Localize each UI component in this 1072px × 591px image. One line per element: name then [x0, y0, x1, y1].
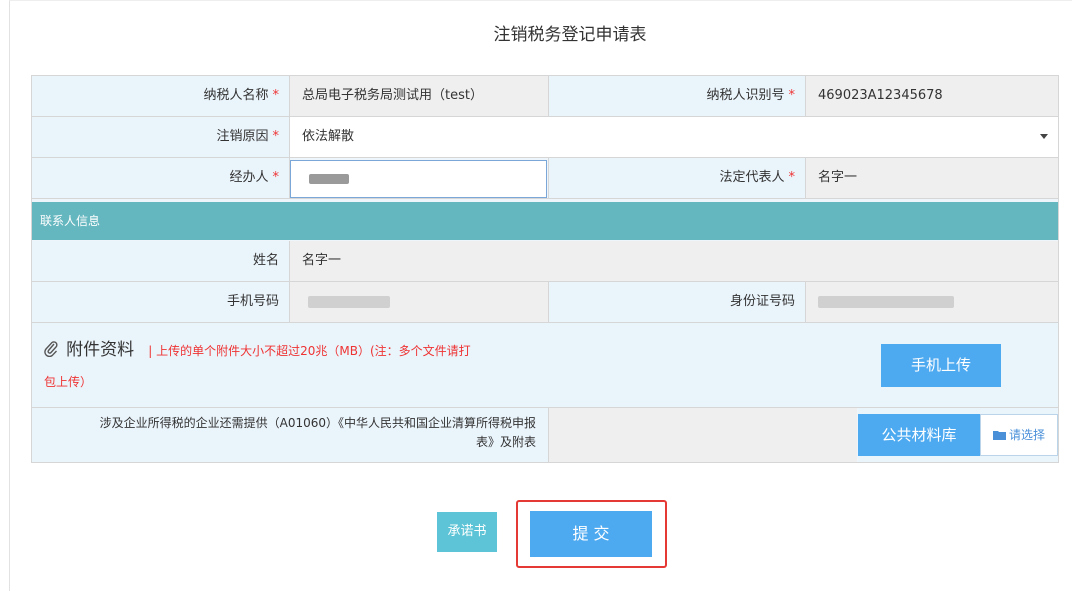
- id-number-value: [806, 282, 1058, 322]
- page-title: 注销税务登记申请表: [493, 25, 647, 45]
- extra-attachment-actions: 公共材料库 请选择: [858, 408, 1058, 462]
- handler-label: 经办人 *: [32, 158, 289, 198]
- attachment-title: 附件资料: [66, 340, 135, 360]
- promise-letter-button[interactable]: 承诺书: [437, 512, 497, 552]
- divider: [548, 158, 549, 198]
- divider: [32, 407, 1058, 408]
- divider: [805, 76, 806, 117]
- caret-down-icon: [1040, 134, 1048, 139]
- attachment-note-line2: 包上传）: [44, 375, 93, 389]
- divider: [548, 408, 549, 462]
- legal-rep-label: 法定代表人 *: [549, 158, 805, 198]
- cancel-reason-label-text: 注销原因: [216, 129, 269, 144]
- divider: [805, 282, 806, 322]
- contact-name-value: 名字一: [290, 241, 1058, 281]
- application-form: 纳税人名称 * 总局电子税务局测试用（test） 纳税人识别号 * 469023A1…: [31, 75, 1059, 463]
- taxpayer-name-label-text: 纳税人名称: [203, 88, 269, 103]
- cancel-reason-selected-value: 依法解散: [302, 129, 355, 144]
- required-mark: *: [272, 129, 280, 144]
- choose-file-label: 请选择: [1008, 428, 1045, 442]
- contact-section-header: 联系人信息: [32, 202, 1058, 240]
- folder-icon: [992, 431, 1006, 440]
- choose-file-button[interactable]: 请选择: [980, 414, 1058, 456]
- divider: [32, 322, 1058, 323]
- divider: [32, 281, 1058, 282]
- divider: [32, 116, 1058, 117]
- phone-value: [290, 282, 548, 322]
- cancel-reason-label: 注销原因 *: [32, 117, 289, 157]
- attachment-title-row: 附件资料 | 上传的单个附件大小不超过20兆（MB）(注：多个文件请打: [44, 335, 471, 360]
- id-number-label: 身份证号码: [549, 282, 805, 322]
- attachment-note-line1: | 上传的单个附件大小不超过20兆（MB）(注：多个文件请打: [148, 344, 471, 358]
- legal-rep-label-text: 法定代表人: [719, 170, 785, 185]
- taxpayer-id-label-text: 纳税人识别号: [706, 88, 785, 103]
- required-mark: *: [272, 170, 280, 185]
- divider: [289, 76, 290, 198]
- contact-name-label: 姓名: [32, 241, 289, 281]
- handler-input[interactable]: [290, 160, 547, 198]
- required-mark: *: [788, 170, 796, 185]
- submit-button[interactable]: 提 交: [530, 511, 652, 557]
- attachment-block: 附件资料 | 上传的单个附件大小不超过20兆（MB）(注：多个文件请打 包上传）…: [32, 323, 1058, 407]
- divider: [548, 76, 549, 117]
- phone-label: 手机号码: [32, 282, 289, 322]
- divider: [805, 158, 806, 198]
- paperclip-icon: [44, 341, 58, 357]
- redacted-value: [309, 174, 349, 184]
- divider: [32, 198, 1058, 199]
- public-library-button[interactable]: 公共材料库: [858, 414, 980, 456]
- extra-attachment-field: [549, 408, 857, 462]
- taxpayer-id-value: 469023A12345678: [806, 76, 1058, 116]
- redacted-value: [308, 296, 390, 308]
- extra-requirement-text: 涉及企业所得税的企业还需提供（A01060）《中华人民共和国企业清算所得税申报 …: [32, 408, 548, 462]
- taxpayer-name-value: 总局电子税务局测试用（test）: [290, 76, 548, 116]
- required-mark: *: [272, 88, 280, 103]
- required-mark: *: [788, 88, 796, 103]
- taxpayer-id-label: 纳税人识别号 *: [549, 76, 805, 116]
- divider: [548, 282, 549, 322]
- redacted-value: [818, 296, 954, 308]
- handler-label-text: 经办人: [229, 170, 269, 185]
- mobile-upload-button[interactable]: 手机上传: [881, 344, 1001, 387]
- legal-rep-value: 名字一: [806, 158, 1058, 198]
- extra-requirement-line2: 表》及附表: [475, 435, 536, 449]
- divider: [289, 241, 290, 322]
- divider: [32, 157, 1058, 158]
- taxpayer-name-label: 纳税人名称 *: [32, 76, 289, 116]
- extra-requirement-line1: 涉及企业所得税的企业还需提供（A01060）《中华人民共和国企业清算所得税申报: [99, 416, 536, 430]
- cancel-reason-select[interactable]: 依法解散: [290, 117, 1058, 157]
